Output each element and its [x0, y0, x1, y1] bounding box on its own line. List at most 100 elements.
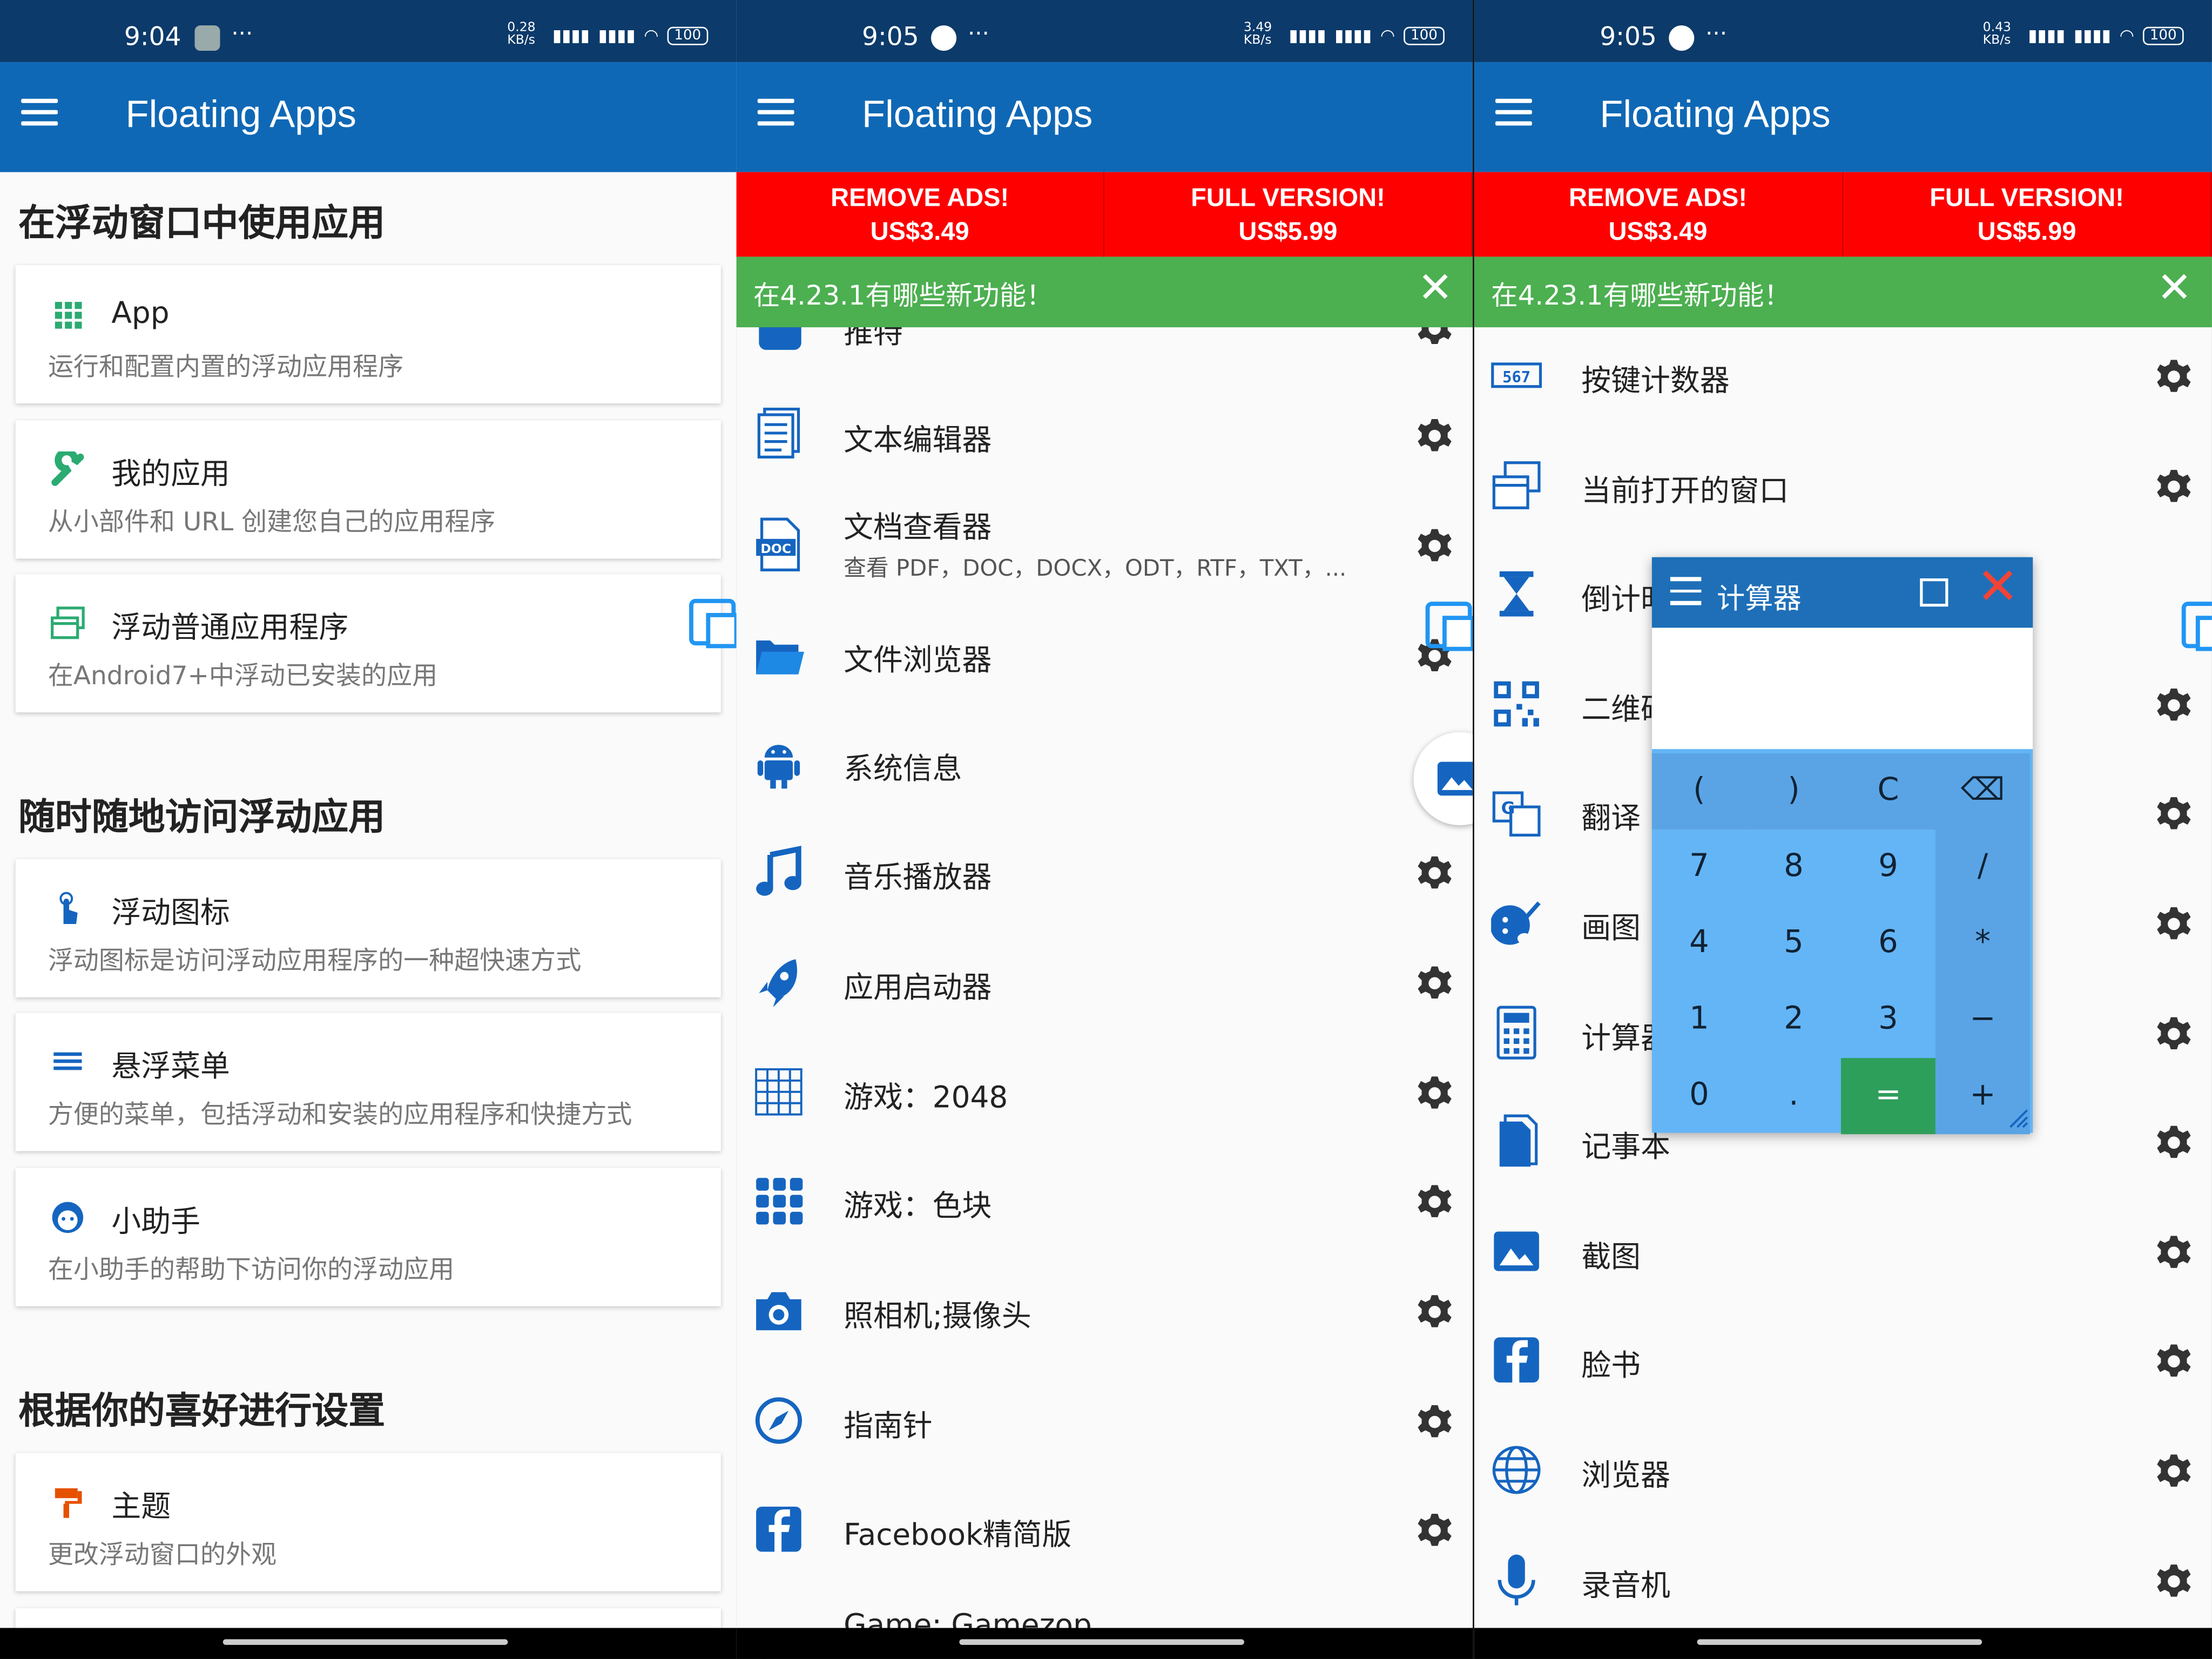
key-decimal[interactable]: . — [1746, 1058, 1841, 1134]
floating-window-icon[interactable] — [689, 595, 737, 651]
gear-icon[interactable] — [2155, 468, 2192, 505]
resize-handle-icon[interactable] — [2007, 1108, 2030, 1130]
home-gesture-pill[interactable] — [1697, 1639, 1982, 1645]
key-4[interactable]: 4 — [1652, 906, 1746, 982]
list-item-system-info[interactable]: 系统信息 — [737, 710, 1473, 820]
list-item-facebook-lite[interactable]: Facebook精简版 — [737, 1475, 1473, 1586]
gear-icon[interactable] — [2155, 687, 2192, 724]
gear-icon[interactable] — [1417, 1293, 1453, 1330]
gear-icon[interactable] — [2155, 1563, 2192, 1600]
key-1[interactable]: 1 — [1652, 982, 1746, 1058]
open-windows-icon — [1492, 461, 1541, 510]
full-version-label: FULL VERSION! — [1191, 183, 1385, 212]
gear-icon[interactable] — [1417, 1512, 1453, 1549]
card-assistant[interactable]: 小助手 在小助手的帮助下访问你的浮动应用 — [15, 1168, 721, 1306]
key-divide[interactable]: / — [1935, 829, 2030, 906]
gear-icon[interactable] — [2155, 1124, 2192, 1161]
full-version-button[interactable]: FULL VERSION! US$5.99 — [1843, 172, 2212, 257]
gear-icon[interactable] — [2155, 358, 2192, 395]
hamburger-menu-icon[interactable] — [1495, 98, 1532, 127]
floating-calculator-window[interactable]: 计算器 ✕ ( ) C ⌫ 7 8 9 / 4 5 6 * 1 2 3 − 0 … — [1651, 557, 2033, 1135]
maximize-icon[interactable] — [1920, 578, 1948, 607]
remove-ads-button[interactable]: REMOVE ADS! US$3.49 — [736, 172, 1105, 257]
list-item-browser[interactable]: 浏览器 — [1474, 1417, 2212, 1527]
key-equals[interactable]: = — [1840, 1058, 1936, 1135]
remove-ads-button[interactable]: REMOVE ADS! US$3.49 — [1474, 172, 1843, 257]
key-2[interactable]: 2 — [1746, 982, 1841, 1058]
gear-icon[interactable] — [1417, 855, 1453, 892]
key-8[interactable]: 8 — [1746, 830, 1841, 906]
gear-icon[interactable] — [1417, 417, 1453, 454]
list-item-title: 音乐播放器 — [844, 860, 992, 895]
list-item-doc-viewer[interactable]: DOC 文档查看器 查看 PDF，DOC，DOCX，ODT，RTF，TXT，..… — [737, 491, 1473, 601]
list-item-music-player[interactable]: 音乐播放器 — [737, 818, 1473, 928]
facebook-icon — [756, 1506, 801, 1552]
gear-icon[interactable] — [2155, 1016, 2192, 1053]
gear-icon[interactable] — [1417, 528, 1453, 564]
gear-icon[interactable] — [2155, 795, 2192, 832]
key-multiply[interactable]: * — [1935, 906, 2030, 982]
gear-icon[interactable] — [1417, 965, 1453, 1002]
card-subtitle: 在Android7+中浮动已安装的应用 — [48, 662, 438, 691]
gear-icon[interactable] — [2155, 1453, 2192, 1490]
list-item-open-windows[interactable]: 当前打开的窗口 — [1474, 431, 2212, 542]
list-item-color-blocks[interactable]: 游戏：色块 — [737, 1147, 1473, 1257]
wifi-icon: ◠ — [1380, 25, 1395, 45]
list-item-title: 系统信息 — [844, 752, 962, 786]
list-item-file-browser[interactable]: 文件浏览器 — [737, 601, 1473, 711]
color-blocks-icon — [756, 1178, 803, 1225]
floating-window-icon[interactable] — [2181, 598, 2212, 655]
card-subtitle: 更改浮动窗口的外观 — [48, 1540, 276, 1570]
whats-new-banner[interactable]: 在4.23.1有哪些新功能！ ✕ — [1474, 257, 2212, 328]
list-item-key-counter[interactable]: 567 按键计数器 — [1474, 322, 2212, 432]
card-floating-icon[interactable]: 浮动图标 浮动图标是访问浮动应用程序的一种超快速方式 — [15, 859, 721, 997]
key-minus[interactable]: − — [1935, 982, 2030, 1058]
gear-icon[interactable] — [1417, 1404, 1453, 1440]
key-3[interactable]: 3 — [1841, 982, 1936, 1058]
key-backspace[interactable]: ⌫ — [1935, 753, 2030, 830]
card-app[interactable]: App 运行和配置内置的浮动应用程序 — [15, 265, 721, 404]
key-6[interactable]: 6 — [1841, 906, 1936, 982]
list-item-text-editor[interactable]: 文本编辑器 — [737, 381, 1473, 491]
key-0[interactable]: 0 — [1652, 1058, 1746, 1134]
key-open-paren[interactable]: ( — [1651, 753, 1746, 830]
list-item-compass[interactable]: 指南针 — [737, 1367, 1473, 1477]
gear-icon[interactable] — [1417, 1184, 1453, 1220]
close-icon[interactable]: ✕ — [1418, 267, 1453, 310]
gear-icon[interactable] — [2155, 1235, 2192, 1271]
card-my-apps[interactable]: 我的应用 从小部件和 URL 创建您自己的应用程序 — [15, 420, 721, 559]
list-item-game-2048[interactable]: 游戏：2048 — [737, 1038, 1473, 1149]
key-7[interactable]: 7 — [1652, 830, 1746, 906]
hamburger-menu-icon[interactable] — [757, 98, 794, 127]
doc-file-icon: DOC — [756, 517, 800, 571]
image-icon — [1437, 761, 1473, 796]
calculator-menu-icon[interactable] — [1670, 577, 1702, 605]
card-floating-menu[interactable]: 悬浮菜单 方便的菜单，包括浮动和安装的应用程序和快捷方式 — [15, 1013, 721, 1151]
key-9[interactable]: 9 — [1841, 830, 1936, 906]
whats-new-banner[interactable]: 在4.23.1有哪些新功能！ ✕ — [736, 257, 1473, 328]
key-close-paren[interactable]: ) — [1746, 753, 1841, 830]
palette-icon — [1491, 901, 1541, 945]
gear-icon[interactable] — [2155, 906, 2192, 942]
key-clear[interactable]: C — [1840, 753, 1936, 830]
close-icon[interactable]: ✕ — [1977, 562, 2019, 613]
card-floating-normal-apps[interactable]: 浮动普通应用程序 在Android7+中浮动已安装的应用 — [15, 574, 721, 713]
gear-icon[interactable] — [2155, 1343, 2192, 1380]
close-icon[interactable]: ✕ — [2157, 267, 2193, 310]
list-item-facebook[interactable]: 脸书 — [1474, 1306, 2212, 1417]
list-item-screenshot[interactable]: 截图 — [1474, 1198, 2212, 1308]
list-item-app-launcher[interactable]: 应用启动器 — [737, 928, 1473, 1038]
key-5[interactable]: 5 — [1746, 906, 1841, 982]
network-speed: 3.49 KB/s — [1243, 21, 1272, 48]
list-item-recorder[interactable]: 录音机 — [1474, 1526, 2212, 1636]
calculator-title-bar[interactable]: 计算器 ✕ — [1651, 557, 2033, 628]
hamburger-menu-icon[interactable] — [21, 98, 58, 127]
card-theme[interactable]: 主题 更改浮动窗口的外观 — [15, 1453, 721, 1591]
home-gesture-pill[interactable] — [222, 1639, 508, 1645]
floating-window-icon[interactable] — [1425, 598, 1473, 655]
full-version-button[interactable]: FULL VERSION! US$5.99 — [1104, 172, 1473, 257]
list-item-camera[interactable]: 照相机;摄像头 — [737, 1257, 1473, 1367]
status-time: 9:05 — [862, 22, 919, 52]
home-gesture-pill[interactable] — [959, 1639, 1244, 1645]
gear-icon[interactable] — [1417, 1075, 1453, 1111]
